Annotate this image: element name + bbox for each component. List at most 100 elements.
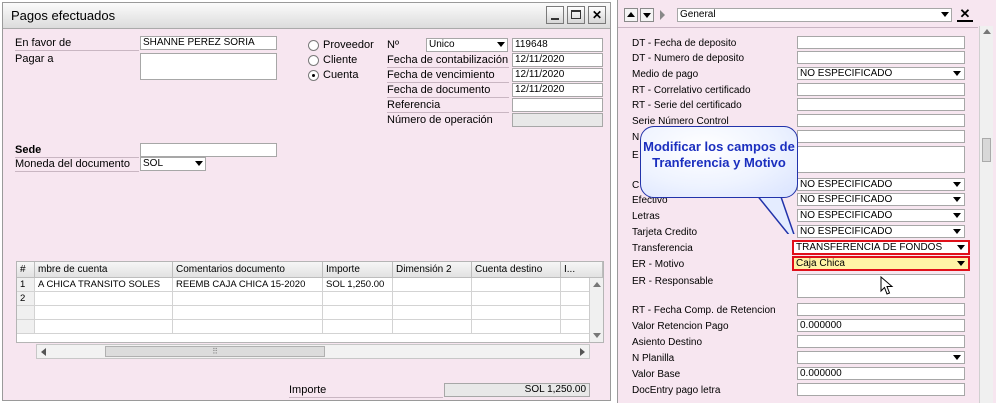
- fecha-contab-field[interactable]: 12/11/2020: [512, 53, 603, 67]
- table-cell[interactable]: A CHICA TRANSITO SOLES: [35, 278, 173, 292]
- field-label: Medio de pago: [632, 69, 699, 80]
- series-dropdown[interactable]: Unico: [426, 38, 508, 52]
- field-label: ER - Motivo: [632, 259, 685, 270]
- fecha-venc-field[interactable]: 12/11/2020: [512, 68, 603, 82]
- scrollbar-thumb[interactable]: ⠿: [105, 346, 325, 357]
- grid-header-account-name[interactable]: mbre de cuenta: [35, 262, 173, 278]
- radio-cliente[interactable]: [308, 55, 319, 66]
- field-label: DT - Numero de deposito: [632, 53, 745, 64]
- en-favor-de-field[interactable]: SHANNE PEREZ SORIA: [140, 36, 277, 50]
- moneda-value: SOL: [143, 158, 164, 169]
- table-cell[interactable]: REEMB CAJA CHICA 15-2020: [173, 278, 323, 292]
- fecha-doc-field[interactable]: 12/11/2020: [512, 83, 603, 97]
- table-cell[interactable]: [393, 320, 472, 334]
- mouse-pointer-icon: [880, 276, 894, 295]
- fecha-doc-label: Fecha de documento: [387, 84, 491, 96]
- field-label: RT - Correlativo certificado: [632, 85, 751, 96]
- table-cell[interactable]: [35, 292, 173, 306]
- callout-text: Modificar los campos de Tranferencia y M…: [643, 139, 795, 170]
- table-cell[interactable]: [472, 292, 561, 306]
- table-cell[interactable]: [323, 306, 393, 320]
- panel-category-dropdown[interactable]: General: [677, 8, 952, 22]
- referencia-field[interactable]: [512, 98, 603, 112]
- dt-numero-deposito-field[interactable]: [797, 51, 965, 64]
- table-cell[interactable]: [393, 306, 472, 320]
- er-motivo-dropdown[interactable]: Caja Chica: [792, 256, 970, 271]
- referencia-label: Referencia: [387, 99, 441, 111]
- rt-serie-field[interactable]: [797, 98, 965, 111]
- fecha-venc-label: Fecha de vencimiento: [387, 69, 495, 81]
- maximize-button[interactable]: [567, 6, 585, 24]
- table-cell[interactable]: [472, 278, 561, 292]
- docentry-pago-letra-field[interactable]: [797, 383, 965, 396]
- rt-correlativo-field[interactable]: [797, 83, 965, 96]
- sede-field[interactable]: [140, 143, 277, 157]
- letras-dropdown[interactable]: NO ESPECIFICADO: [797, 209, 965, 222]
- grid-vertical-scrollbar[interactable]: [589, 278, 603, 342]
- chevron-down-icon: [957, 245, 965, 250]
- grid-horizontal-scrollbar[interactable]: ⠿: [36, 344, 590, 359]
- series-value: Unico: [429, 39, 455, 50]
- close-icon: ✕: [959, 6, 971, 21]
- panel-close-button[interactable]: ✕: [957, 6, 973, 22]
- grid-header-importe[interactable]: Importe: [323, 262, 393, 278]
- n-field[interactable]: [797, 130, 965, 143]
- divider: [387, 67, 509, 68]
- grid-header-dimension2[interactable]: Dimensión 2: [393, 262, 472, 278]
- grid-header-more[interactable]: I...: [561, 262, 603, 278]
- dt-fecha-deposito-field[interactable]: [797, 36, 965, 49]
- doc-number-field[interactable]: 119648: [512, 38, 603, 52]
- grid-header-comments[interactable]: Comentarios documento: [173, 262, 323, 278]
- panel-vertical-scrollbar[interactable]: [979, 26, 993, 403]
- field-label: Transferencia: [632, 243, 693, 254]
- serie-numero-control-field[interactable]: [797, 114, 965, 127]
- c-dropdown[interactable]: NO ESPECIFICADO: [797, 178, 965, 191]
- table-cell[interactable]: [173, 320, 323, 334]
- valor-retencion-field[interactable]: 0.000000: [797, 319, 965, 332]
- nav-right-button[interactable]: [656, 8, 670, 22]
- valor-base-field[interactable]: 0.000000: [797, 367, 965, 380]
- table-cell[interactable]: [173, 306, 323, 320]
- table-cell[interactable]: SOL 1,250.00: [323, 278, 393, 292]
- asiento-destino-field[interactable]: [797, 335, 965, 348]
- rt-fecha-comp-field[interactable]: [797, 303, 965, 316]
- table-cell[interactable]: [35, 320, 173, 334]
- n-planilla-dropdown[interactable]: [797, 351, 965, 364]
- e-field[interactable]: [797, 146, 965, 173]
- field-label: N Planilla: [632, 353, 675, 364]
- field-label: Valor Base: [632, 369, 681, 380]
- transferencia-dropdown[interactable]: TRANSFERENCIA DE FONDOS: [792, 240, 970, 255]
- divider: [387, 112, 509, 113]
- chevron-down-icon: [953, 213, 961, 218]
- table-cell[interactable]: [472, 320, 561, 334]
- table-cell[interactable]: [173, 292, 323, 306]
- table-cell[interactable]: [323, 292, 393, 306]
- efectivo-dropdown[interactable]: NO ESPECIFICADO: [797, 193, 965, 206]
- divider: [387, 97, 509, 98]
- chevron-down-icon: [953, 229, 961, 234]
- minimize-icon: [551, 18, 559, 20]
- table-cell[interactable]: [35, 306, 173, 320]
- radio-proveedor[interactable]: [308, 40, 319, 51]
- medio-pago-dropdown[interactable]: NO ESPECIFICADO: [797, 67, 965, 80]
- tarjeta-credito-dropdown[interactable]: NO ESPECIFICADO: [797, 225, 965, 238]
- table-cell[interactable]: [323, 320, 393, 334]
- chevron-down-icon: [953, 71, 961, 76]
- table-cell[interactable]: [472, 306, 561, 320]
- grid-header-cuenta-destino[interactable]: Cuenta destino: [472, 262, 561, 278]
- scrollbar-thumb[interactable]: [982, 138, 991, 162]
- moneda-dropdown[interactable]: SOL: [140, 157, 206, 171]
- minimize-button[interactable]: [546, 6, 564, 24]
- chevron-up-icon: [627, 12, 635, 17]
- divider: [15, 50, 139, 51]
- table-cell[interactable]: [393, 292, 472, 306]
- radio-cuenta[interactable]: [308, 70, 319, 81]
- table-cell[interactable]: [393, 278, 472, 292]
- nav-prev-button[interactable]: [624, 8, 638, 22]
- pagar-a-field[interactable]: [140, 53, 277, 80]
- close-button[interactable]: ✕: [588, 6, 606, 24]
- nav-next-button[interactable]: [640, 8, 654, 22]
- chevron-left-icon: [41, 348, 46, 356]
- field-value: NO ESPECIFICADO: [800, 179, 893, 190]
- chevron-down-icon: [953, 182, 961, 187]
